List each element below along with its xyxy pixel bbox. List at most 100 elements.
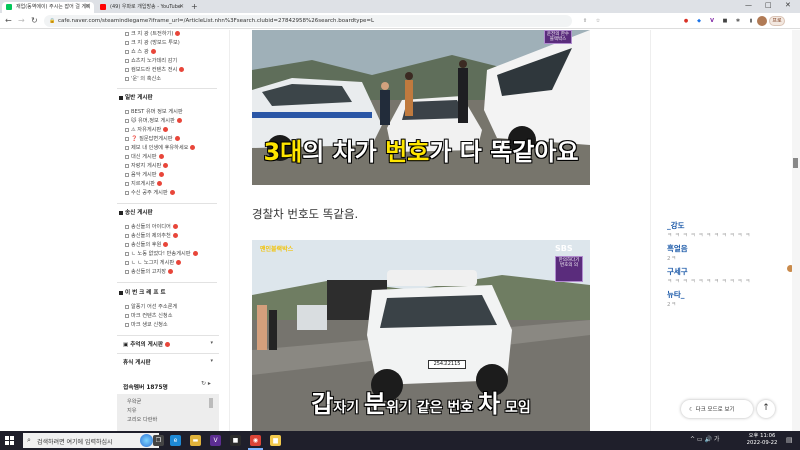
new-badge-icon	[169, 190, 175, 195]
menu-item[interactable]: 🐱 유머,정보 게시판	[125, 117, 182, 124]
chat-username[interactable]: 흑얼음	[667, 243, 688, 254]
menu-item[interactable]: ❓ 질문답변게시판	[125, 135, 180, 142]
menu-item[interactable]: ⚠ 자유게시판	[125, 126, 169, 133]
tab-youtube[interactable]: (49) 우파로 개입방송 - YouTube ✕	[96, 2, 188, 13]
sidebar-icon[interactable]: ▮	[747, 17, 755, 25]
column-divider	[650, 30, 651, 431]
close-tab-icon[interactable]: ✕	[179, 3, 184, 10]
page-scrollbar[interactable]	[792, 30, 800, 431]
new-badge-icon	[192, 251, 198, 256]
menu-item[interactable]: ㄴ 노동 없었다! 반송게시판	[125, 250, 198, 257]
profile-button[interactable]: 프로	[769, 16, 785, 26]
app-icon[interactable]: ■	[230, 435, 241, 446]
close-window-button[interactable]: ✕	[785, 1, 791, 9]
search-placeholder: 검색하려면 여기에 입력하십시	[37, 439, 113, 446]
menu-item[interactable]: 수신 공주 게시판	[125, 189, 175, 196]
menu-item[interactable]: 자랑지 게시판	[125, 162, 169, 169]
naver-cafe-favicon-icon	[6, 4, 12, 10]
menu-item[interactable]: 송신들의 후원	[125, 241, 169, 248]
ext-red-icon[interactable]: ●	[682, 17, 690, 25]
taskview-icon[interactable]: ❐	[153, 435, 164, 446]
youtube-favicon-icon	[100, 4, 106, 10]
taskbar-clock[interactable]: 오후 11:06 2022-09-22	[742, 433, 782, 447]
members-scrollbar[interactable]	[209, 398, 213, 408]
menu-item[interactable]: 지르게시판	[125, 180, 162, 187]
ext-purple-icon[interactable]: V	[708, 17, 716, 25]
menu-item[interactable]: 마크 컨텐츠 신청소	[125, 312, 172, 319]
menu-item[interactable]: 송신들의 고지장	[125, 268, 174, 275]
notification-icon[interactable]: ▤	[786, 436, 793, 444]
article-image-same-plates: 맨인블랙박스 SBS 한의하다기 번호의 의 254고2115 갑자기 분위기 …	[252, 240, 590, 431]
forward-button[interactable]: →	[18, 16, 25, 25]
new-badge-icon	[168, 269, 174, 274]
edge-icon[interactable]: e	[170, 435, 181, 446]
chat-username[interactable]: _강도	[667, 220, 685, 231]
program-logo: 맨인블랙박스	[260, 246, 294, 253]
column-divider	[229, 30, 230, 431]
tab-naver-cafe[interactable]: 재업(동역에이) 주시는 잡어 걸 게이 ✕	[2, 2, 94, 13]
menu-item[interactable]: 음악 게시판	[125, 171, 164, 178]
chevron-down-icon: ▾	[210, 358, 213, 364]
members-refresh-button[interactable]: ↻ ▸	[201, 380, 211, 387]
maximize-button[interactable]: □	[765, 1, 772, 9]
chat-message: 2ㅋ	[667, 256, 677, 262]
dark-mode-button[interactable]: ☾ 다크 모드로 보기	[681, 400, 753, 418]
menu-item[interactable]: 마크 생쿄 신청소	[125, 321, 168, 328]
section-title-general: 일반 게시판	[119, 93, 153, 101]
ext-blue-icon[interactable]: ◆	[695, 17, 703, 25]
menu-item[interactable]: 크 지 광 (방보드 투보)	[125, 39, 180, 46]
section-title-cafe: 이 번 크 레 프 트	[119, 288, 166, 296]
menu-item[interactable]: 송신들의 아이디어	[125, 223, 178, 230]
star-icon[interactable]: ☆	[594, 17, 602, 25]
new-badge-icon	[150, 49, 156, 54]
share-icon[interactable]: ⇪	[581, 17, 589, 25]
reload-button[interactable]: ↻	[31, 16, 38, 25]
url-bar[interactable]: 🔒 cafe.naver.com/steamindiegame?iframe_u…	[44, 15, 572, 27]
system-tray[interactable]: ^ ▭ 🔊 가	[690, 434, 719, 443]
menu-item[interactable]: 대신 게시판	[125, 153, 164, 160]
menu-item[interactable]: BEST 유머 정보 게시판	[125, 108, 183, 115]
ext-dark-icon[interactable]: ■	[721, 17, 729, 25]
new-badge-icon	[163, 242, 169, 247]
menu-item[interactable]: 컴보드라 컨텐츠 전시	[125, 66, 185, 73]
menu-item[interactable]: ㄴ ㄴ 노그지 게시판	[125, 259, 182, 266]
menu-item[interactable]: 송신들의 제의추천	[125, 232, 178, 239]
menu-item[interactable]: 제보 내 인생에 후유하세요	[125, 144, 196, 151]
menu-item[interactable]: 알풍기 어선 주소론게	[125, 303, 177, 310]
browser-tab-bar: 재업(동역에이) 주시는 잡어 걸 게이 ✕ (49) 우파로 개입방송 - Y…	[0, 0, 800, 13]
scrollbar-thumb[interactable]	[793, 158, 798, 168]
menu-item[interactable]: 쇼츠지 노가데리 감기	[125, 57, 177, 64]
ext-puzzle-icon[interactable]: ✱	[734, 17, 742, 25]
explorer-icon[interactable]: ▬	[190, 435, 201, 446]
chat-message: ㅋ ㅋ ㅋ ㅋ ㅋ ㅋ ㅋ ㅋ ㅋ ㅋ ㅋ	[667, 279, 751, 285]
windows-start-icon[interactable]	[5, 436, 14, 445]
member-item[interactable]: 고리오 다란바	[127, 416, 157, 423]
menu-item[interactable]: '운' 의 혹신소	[125, 75, 161, 82]
chat-message: 2ㅋ	[667, 302, 677, 308]
cortana-icon[interactable]	[140, 434, 153, 447]
taskbar-search-input[interactable]: ⌕ 검색하려면 여기에 입력하십시	[23, 433, 159, 448]
menu-item[interactable]: 쇼 스 광	[125, 48, 156, 55]
close-tab-icon[interactable]: ✕	[85, 3, 90, 10]
new-tab-button[interactable]: +	[191, 2, 198, 11]
menu-item[interactable]: 크 지 광 (트전하기)	[125, 30, 181, 37]
new-badge-icon	[174, 136, 180, 141]
article-paragraph: 경찰차 번호도 똑같음.	[252, 207, 359, 221]
member-item[interactable]: 지유	[127, 407, 137, 414]
address-toolbar: ← → ↻ 🔒 cafe.naver.com/steamindiegame?if…	[0, 13, 800, 29]
vs-icon[interactable]: V	[210, 435, 221, 446]
cafe-sidebar-menu: 크 지 광 (트전하기) 크 지 광 (방보드 투보) 쇼 스 광 쇼츠지 노가…	[113, 30, 219, 431]
new-badge-icon	[172, 233, 178, 238]
chat-username[interactable]: 뉴타_	[667, 289, 685, 300]
chrome-icon[interactable]: ◉	[250, 435, 261, 446]
avatar[interactable]	[757, 16, 767, 26]
back-button[interactable]: ←	[5, 16, 12, 25]
folder-button-rest[interactable]: 휴식 게시판 ▾	[117, 353, 219, 367]
scroll-to-top-button[interactable]: ↑	[757, 400, 775, 418]
minimize-button[interactable]: —	[745, 1, 752, 9]
tab-title: 재업(동역에이) 주시는 잡어 걸 게이	[16, 4, 91, 10]
chat-username[interactable]: 구세구	[667, 266, 688, 277]
member-item[interactable]: 우왁굳	[127, 398, 141, 405]
folder-icon[interactable]: ▆	[270, 435, 281, 446]
folder-button-archive[interactable]: ▣ 추억의 게시판 ▾	[117, 335, 219, 349]
